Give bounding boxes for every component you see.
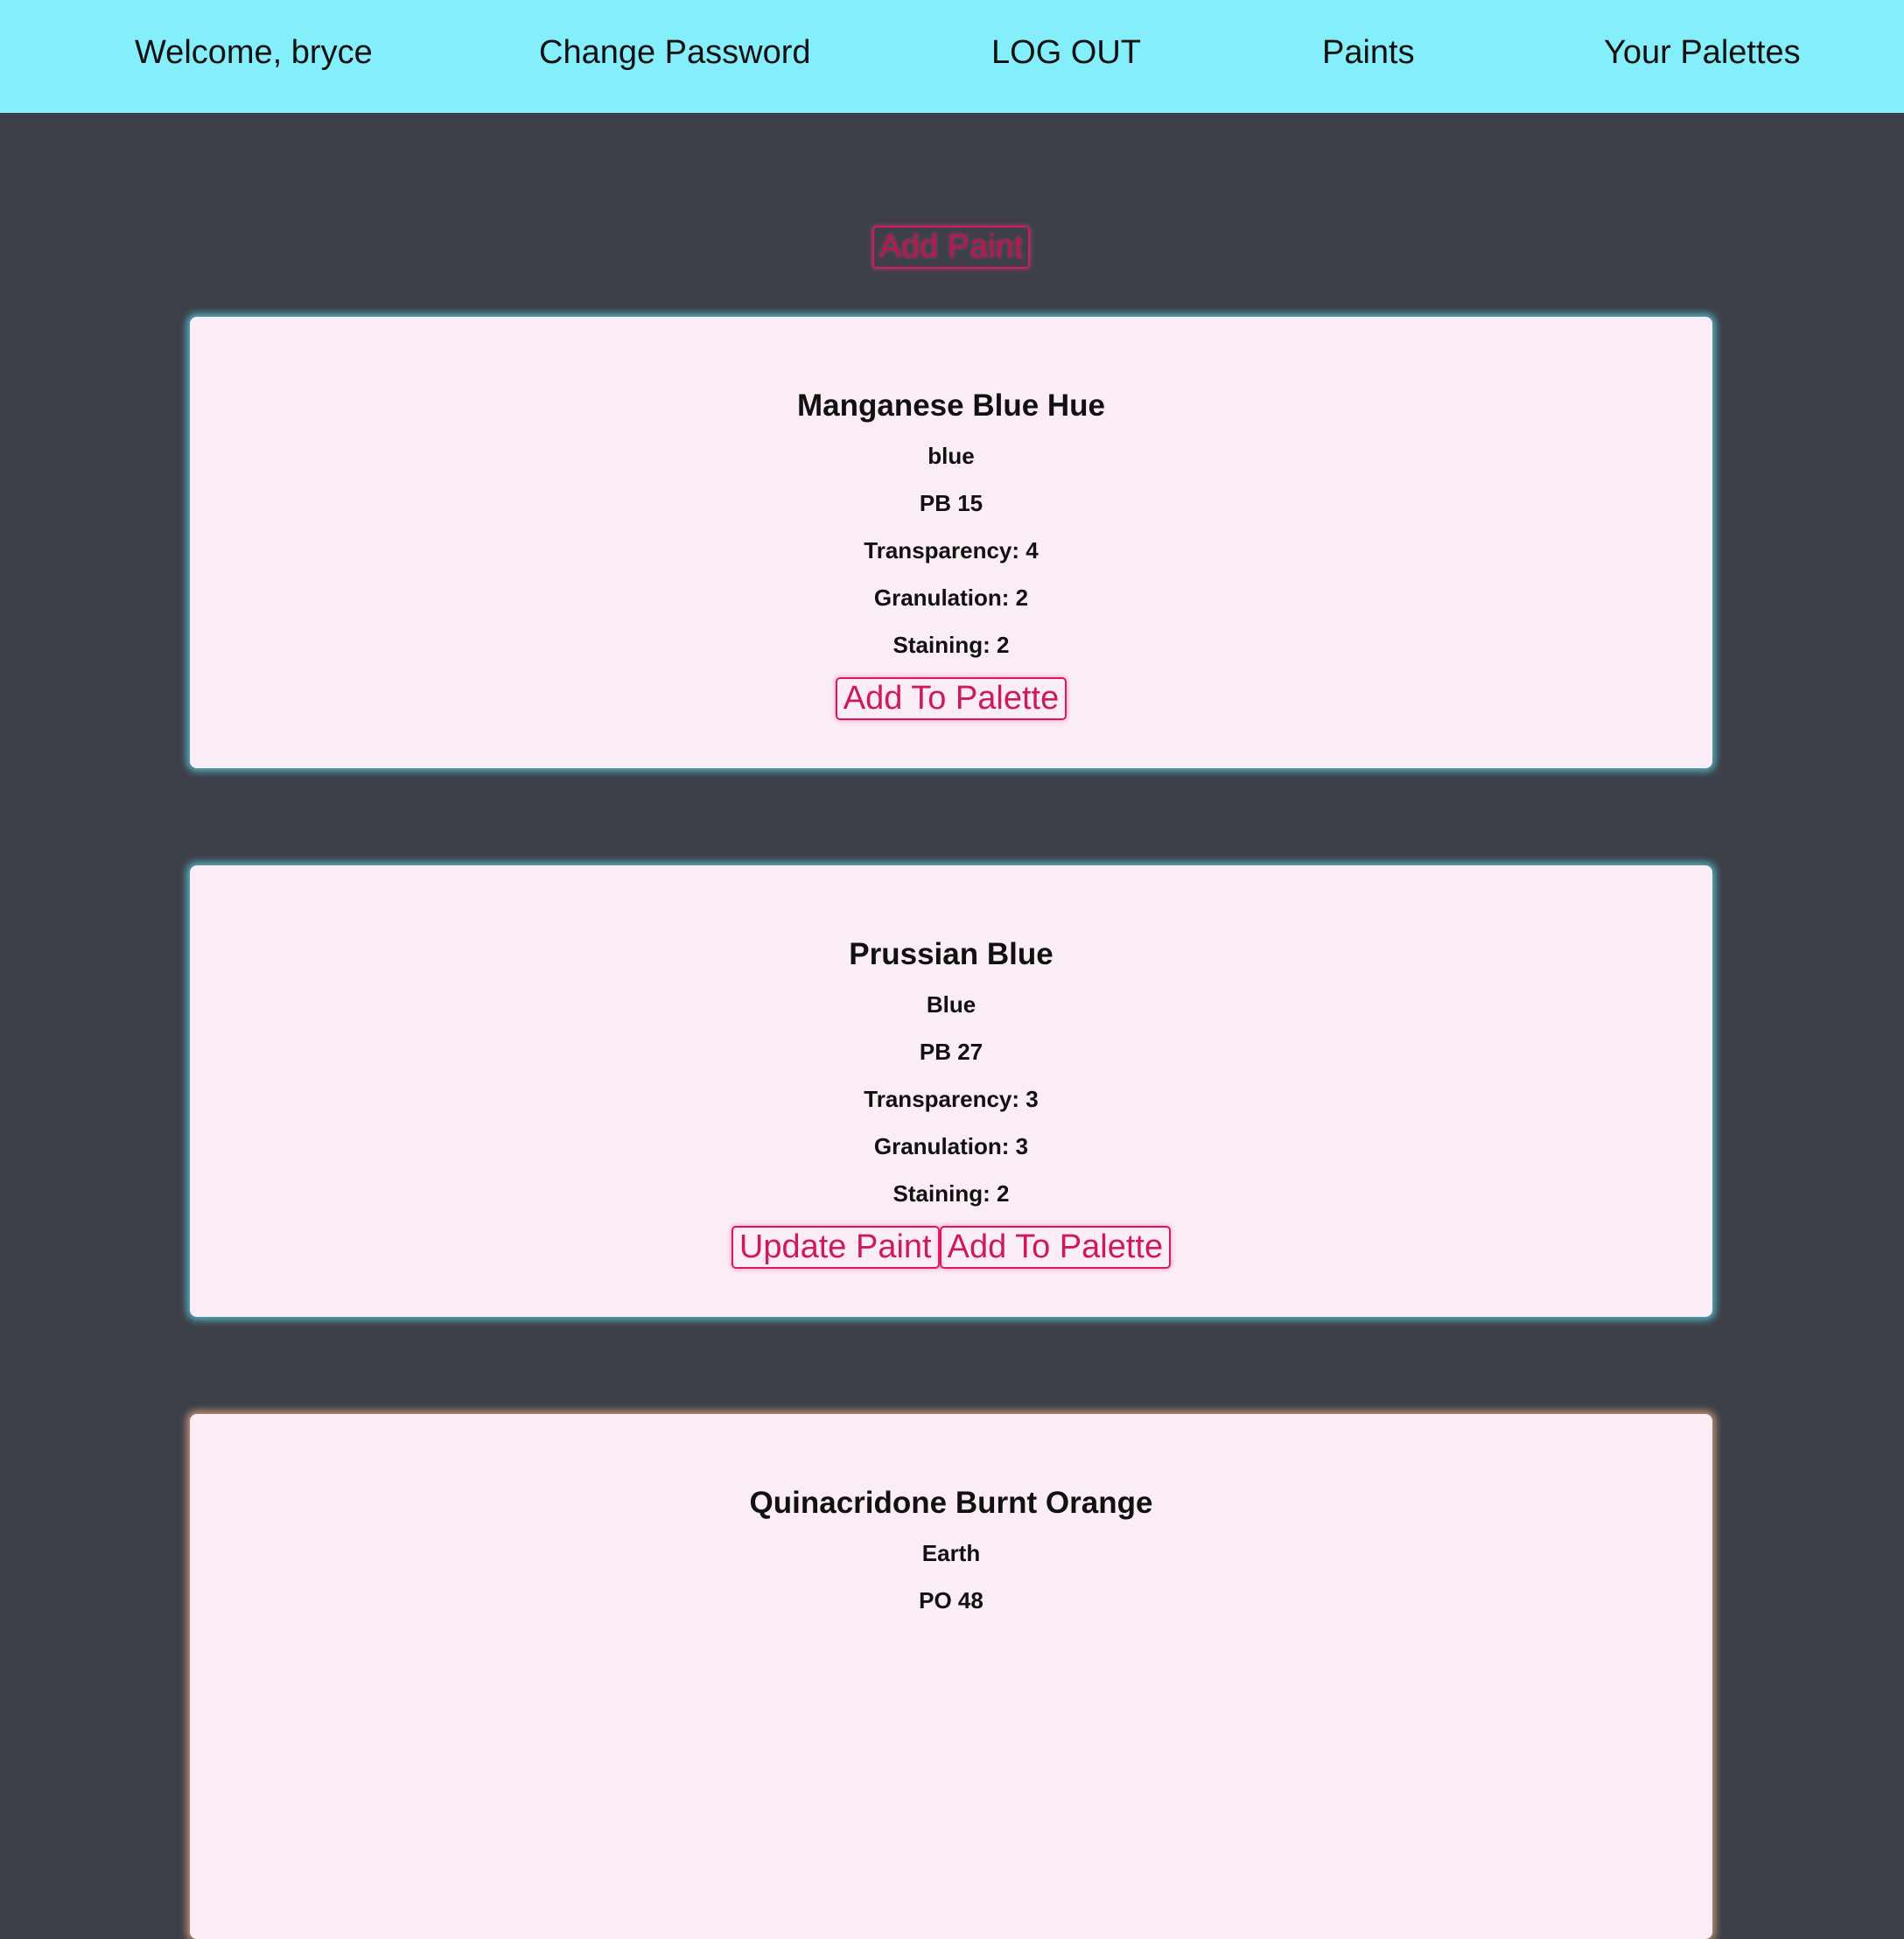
paint-granulation: Granulation: 3 xyxy=(873,1133,1029,1159)
nav-welcome-user[interactable]: Welcome, bryce xyxy=(135,0,373,106)
update-paint-button[interactable]: Update Paint xyxy=(731,1226,940,1269)
paint-color-family: Blue xyxy=(926,991,976,1018)
paint-card: Manganese Blue Hue blue PB 15 Transparen… xyxy=(190,317,1712,768)
nav-change-password-link[interactable]: Change Password xyxy=(539,0,811,106)
paint-pigment-code: PB 27 xyxy=(919,1039,984,1065)
nav-paints-link[interactable]: Paints xyxy=(1322,0,1415,106)
paint-color-family: Earth xyxy=(921,1540,981,1566)
add-to-palette-button[interactable]: Add To Palette xyxy=(939,1226,1172,1269)
nav-log-out-link[interactable]: LOG OUT xyxy=(991,0,1141,106)
paint-granulation: Granulation: 2 xyxy=(873,584,1029,611)
paint-name: Manganese Blue Hue xyxy=(796,388,1106,423)
add-paint-button[interactable]: Add Paint xyxy=(872,226,1030,269)
paint-transparency: Transparency: 4 xyxy=(864,537,1039,564)
paint-transparency: Transparency: 3 xyxy=(864,1086,1039,1112)
paint-card-actions: Add To Palette xyxy=(190,677,1712,720)
paint-name: Quinacridone Burnt Orange xyxy=(749,1486,1153,1520)
paint-pigment-code: PO 48 xyxy=(919,1587,984,1614)
add-to-palette-button[interactable]: Add To Palette xyxy=(835,677,1068,720)
paint-name: Prussian Blue xyxy=(849,937,1054,971)
paint-card: Prussian Blue Blue PB 27 Transparency: 3… xyxy=(190,865,1712,1317)
paint-pigment-code: PB 15 xyxy=(919,490,984,516)
paint-card: Quinacridone Burnt Orange Earth PO 48 xyxy=(190,1414,1712,1939)
paint-card-actions: Update Paint Add To Palette xyxy=(190,1226,1712,1269)
nav-your-palettes-link[interactable]: Your Palettes xyxy=(1604,0,1801,106)
paint-color-family: blue xyxy=(928,443,975,469)
paint-staining: Staining: 2 xyxy=(892,632,1010,658)
top-navigation-bar: Welcome, bryce Change Password LOG OUT P… xyxy=(0,0,1904,113)
paint-staining: Staining: 2 xyxy=(892,1180,1010,1207)
